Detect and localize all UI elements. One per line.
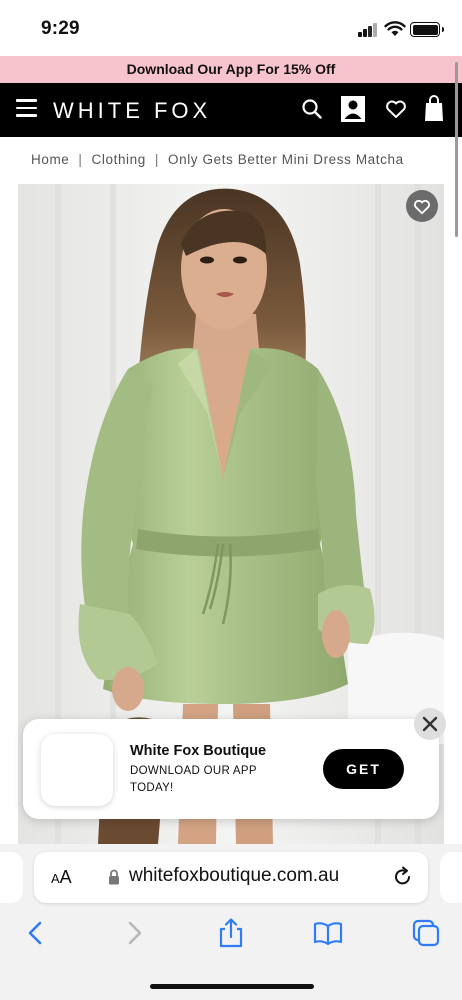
search-icon[interactable] <box>300 97 324 121</box>
shopping-bag-icon[interactable] <box>423 95 445 122</box>
status-time: 9:29 <box>41 18 80 39</box>
cellular-signal-icon <box>358 23 378 37</box>
reader-settings-button[interactable]: AA <box>51 867 72 888</box>
status-bar: 9:29 <box>0 0 462 56</box>
tabs-icon[interactable] <box>411 918 441 948</box>
account-icon[interactable] <box>341 96 365 122</box>
home-indicator[interactable] <box>150 984 314 989</box>
promo-banner[interactable]: Download Our App For 15% Off <box>0 56 462 83</box>
close-icon <box>422 716 438 732</box>
breadcrumb-clothing[interactable]: Clothing <box>92 152 146 167</box>
lock-icon <box>109 869 119 885</box>
reload-icon[interactable] <box>392 866 414 888</box>
scroll-indicator[interactable] <box>455 62 458 237</box>
get-app-button[interactable]: GET <box>323 749 404 789</box>
battery-icon <box>410 22 444 37</box>
address-bar[interactable]: AA whitefoxboutique.com.au <box>34 852 428 903</box>
app-install-banner[interactable]: White Fox Boutique DOWNLOAD OUR APP TODA… <box>23 719 439 819</box>
hamburger-menu-icon[interactable] <box>16 99 37 117</box>
app-description: DOWNLOAD OUR APP TODAY! <box>130 765 257 794</box>
close-banner-button[interactable] <box>414 708 446 740</box>
app-icon <box>41 734 113 806</box>
wifi-icon <box>384 21 406 36</box>
back-icon[interactable] <box>20 918 50 948</box>
breadcrumb-current: Only Gets Better Mini Dress Matcha <box>167 152 404 167</box>
breadcrumb: Home | Clothing | Only Gets Better Mini Dres… <box>31 152 404 167</box>
url-text[interactable]: whitefoxboutique.com.au <box>129 865 339 887</box>
bookmarks-icon[interactable] <box>313 918 343 948</box>
app-name: White Fox Boutique <box>130 743 267 759</box>
wishlist-heart-icon[interactable] <box>384 97 408 121</box>
next-tab-card[interactable] <box>440 852 462 903</box>
site-logo[interactable]: WHITE FOX <box>53 98 211 124</box>
breadcrumb-home[interactable]: Home <box>31 152 69 167</box>
add-to-wishlist-button[interactable] <box>406 190 438 222</box>
heart-icon <box>414 199 430 215</box>
forward-icon[interactable] <box>120 918 150 948</box>
site-header: WHITE FOX <box>0 83 462 137</box>
promo-text: Download Our App For 15% Off <box>126 61 336 77</box>
previous-tab-card[interactable] <box>0 852 23 903</box>
share-icon[interactable] <box>216 918 246 948</box>
